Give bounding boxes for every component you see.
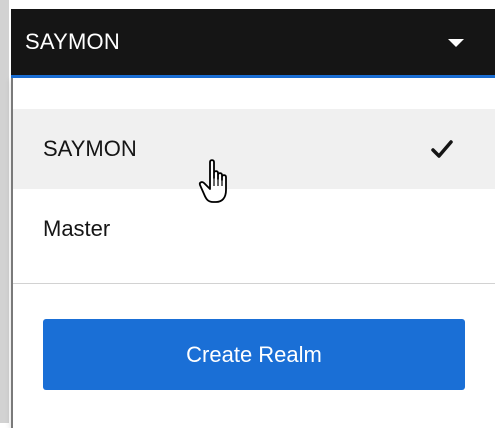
realm-option-label: Master [43, 216, 111, 241]
realm-selector-toggle[interactable]: SAYMON [11, 9, 495, 78]
realm-option-label: SAYMON [43, 136, 137, 161]
check-icon [431, 140, 453, 158]
menu-divider [13, 283, 495, 284]
create-realm-button[interactable]: Create Realm [43, 319, 465, 390]
realm-selector-value: SAYMON [25, 29, 120, 54]
realm-dropdown-menu: SAYMON Master Create Realm [11, 78, 495, 428]
realm-option-master[interactable]: Master [13, 189, 495, 269]
caret-down-icon [448, 39, 464, 47]
background-panel-edge [0, 0, 9, 423]
realm-option-saymon[interactable]: SAYMON [13, 109, 495, 189]
